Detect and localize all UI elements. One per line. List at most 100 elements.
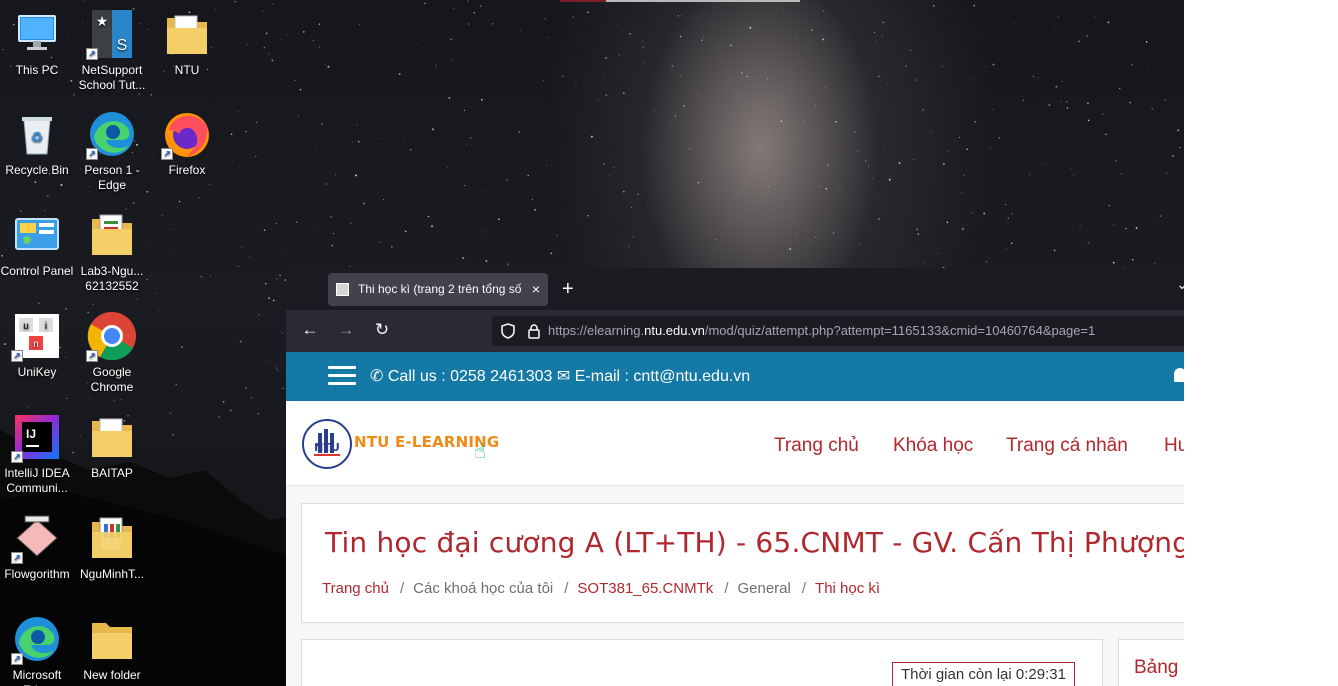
tab-active[interactable]: Thi học kì (trang 2 trên tổng số × bbox=[328, 273, 548, 306]
web-page: ✆ Call us : 0258 2461303 ✉ E-mail : cntt… bbox=[286, 352, 1184, 686]
desktop-icon-label: Microsoft Edge bbox=[12, 668, 62, 686]
control-panel-icon bbox=[11, 209, 63, 261]
shortcut-arrow-icon: ↗ bbox=[11, 653, 23, 665]
tab-bar: Thi học kì (trang 2 trên tổng số × + ⌄ bbox=[286, 268, 1184, 310]
lock-icon[interactable] bbox=[527, 323, 541, 339]
navigation-toolbar: ← → ↻ https://elearning.ntu.edu.vn/mod/q… bbox=[286, 310, 1184, 352]
desktop-icon-ntu[interactable]: NTU bbox=[150, 8, 224, 78]
desktop-icon-label: UniKey bbox=[17, 365, 57, 379]
nav-home[interactable]: Trang chủ bbox=[774, 435, 859, 457]
forward-arrow-icon[interactable]: → bbox=[335, 320, 357, 340]
desktop-icon-control-panel[interactable]: Control Panel bbox=[0, 209, 74, 279]
quiz-timer: Thời gian còn lại 0:29:31 bbox=[892, 662, 1075, 686]
pointing-hand-icon: ☝ bbox=[474, 441, 487, 463]
nav-more[interactable]: Hư bbox=[1164, 435, 1184, 457]
reload-icon[interactable]: ↻ bbox=[371, 320, 393, 340]
desktop-icon-person1-edge[interactable]: ↗ Person 1 - Edge bbox=[75, 108, 149, 193]
url-path: /mod/quiz/attempt.php?attempt=1165133&cm… bbox=[704, 323, 1096, 338]
back-arrow-icon[interactable]: ← bbox=[299, 320, 321, 340]
hamburger-menu-icon[interactable] bbox=[328, 366, 356, 386]
quiz-content-panel: Thời gian còn lại 0:29:31 bbox=[301, 639, 1103, 686]
nav-profile[interactable]: Trang cá nhân bbox=[1006, 435, 1128, 457]
url-bar[interactable]: https://elearning.ntu.edu.vn/mod/quiz/at… bbox=[492, 316, 1184, 346]
course-header-card: Tin học đại cương A (LT+TH) - 65.CNMT - … bbox=[301, 503, 1184, 623]
computer-icon bbox=[11, 8, 63, 60]
breadcrumb-separator: / bbox=[564, 580, 569, 597]
firefox-icon: ↗ bbox=[161, 108, 213, 160]
desktop-icon-flowgorithm[interactable]: ↗ Flowgorithm bbox=[0, 512, 74, 582]
firefox-window: Thi học kì (trang 2 trên tổng số × + ⌄ ←… bbox=[286, 268, 1184, 686]
intellij-icon: IJ ↗ bbox=[11, 411, 63, 463]
bell-icon[interactable] bbox=[1174, 368, 1184, 382]
svg-text:IJ: IJ bbox=[26, 427, 36, 441]
contact-bar: ✆ Call us : 0258 2461303 ✉ E-mail : cntt… bbox=[286, 352, 1184, 401]
desktop-icon-label: NguMinhT... bbox=[79, 567, 145, 581]
desktop-icon-unikey[interactable]: u in ↗ UniKey bbox=[0, 310, 74, 380]
breadcrumb-separator: / bbox=[724, 580, 729, 597]
shortcut-arrow-icon: ↗ bbox=[11, 350, 23, 362]
breadcrumb-my-courses[interactable]: Các khoá học của tôi bbox=[413, 580, 553, 597]
breadcrumb-separator: / bbox=[801, 580, 807, 597]
edge-icon: ↗ bbox=[86, 108, 138, 160]
folder-icon bbox=[161, 8, 213, 60]
desktop-icon-label: NetSupport School Tut... bbox=[78, 63, 146, 92]
desktop-icon-label: Recycle Bin bbox=[5, 163, 69, 177]
desktop-icon-microsoft-edge[interactable]: ↗ Microsoft Edge bbox=[0, 613, 74, 686]
desktop-icon-label: Firefox bbox=[168, 163, 206, 177]
envelope-icon: ✉ bbox=[556, 368, 571, 385]
ntu-logo[interactable]: NTU NTU E-LEARNING ☝ bbox=[302, 417, 502, 471]
desktop-icon-intellij[interactable]: IJ ↗ IntelliJ IDEA Communi... bbox=[0, 411, 74, 496]
desktop-icon-label: New folder bbox=[83, 668, 141, 682]
url-prefix: https://elearning. bbox=[548, 323, 645, 338]
chevron-down-icon[interactable]: ⌄ bbox=[1176, 276, 1184, 293]
svg-text:NTU: NTU bbox=[314, 441, 340, 454]
desktop-icon-label: Lab3-Ngu... 62132552 bbox=[80, 264, 144, 293]
nav-courses[interactable]: Khóa học bbox=[893, 435, 973, 457]
desktop-icon-this-pc[interactable]: This PC bbox=[0, 8, 74, 78]
breadcrumb: Trang chủ / Các khoá học của tôi / SOT381_65… bbox=[322, 580, 880, 597]
flowgorithm-icon: ↗ bbox=[11, 512, 63, 564]
shortcut-arrow-icon: ↗ bbox=[11, 552, 23, 564]
shortcut-arrow-icon: ↗ bbox=[86, 148, 98, 160]
desktop-icon-label: Control Panel bbox=[0, 264, 74, 278]
shield-icon[interactable] bbox=[500, 323, 516, 339]
quiz-navigation-panel: Bảng bbox=[1118, 639, 1184, 686]
desktop-icon-baitap[interactable]: BAITAP bbox=[75, 411, 149, 481]
desktop-icon-firefox[interactable]: ↗ Firefox bbox=[150, 108, 224, 178]
email-label: E-mail : cntt@ntu.edu.vn bbox=[574, 368, 751, 385]
phone-icon: ✆ bbox=[370, 368, 384, 385]
breadcrumb-course[interactable]: SOT381_65.CNMTk bbox=[577, 580, 713, 597]
desktop-icon-netsupport[interactable]: ★ S ↗ NetSupport School Tut... bbox=[75, 8, 149, 93]
desktop-icon-label: BAITAP bbox=[91, 466, 133, 480]
tab-close-icon[interactable]: × bbox=[532, 273, 540, 306]
ntu-seal-icon: NTU bbox=[302, 419, 352, 469]
svg-text:n: n bbox=[33, 339, 39, 350]
desktop-icon-new-folder[interactable]: New folder bbox=[75, 613, 149, 683]
shortcut-arrow-icon: ↗ bbox=[86, 48, 98, 60]
desktop-icon-label: IntelliJ IDEA Communi... bbox=[4, 466, 70, 495]
edge-icon: ↗ bbox=[11, 613, 63, 665]
url-host: ntu.edu.vn bbox=[644, 323, 705, 338]
desktop-icon-label: Google Chrome bbox=[90, 365, 134, 394]
folder-doc-icon bbox=[86, 512, 138, 564]
page-favicon-icon bbox=[336, 283, 349, 296]
desktop-icon-ngu-minh[interactable]: NguMinhT... bbox=[75, 512, 149, 582]
desktop-icon-lab3[interactable]: Lab3-Ngu... 62132552 bbox=[75, 209, 149, 294]
breadcrumb-separator: / bbox=[399, 580, 405, 597]
svg-text:★: ★ bbox=[96, 13, 109, 29]
recycle-bin-icon: ♻ bbox=[11, 108, 63, 160]
breadcrumb-section[interactable]: General bbox=[737, 580, 790, 597]
call-label: Call us : 0258 2461303 bbox=[387, 368, 553, 385]
contact-info: ✆ Call us : 0258 2461303 ✉ E-mail : cntt… bbox=[370, 352, 750, 401]
site-header: NTU NTU E-LEARNING ☝ Trang chủ Khóa học … bbox=[286, 401, 1184, 486]
desktop-icon-google-chrome[interactable]: ↗ Google Chrome bbox=[75, 310, 149, 395]
desktop-icon-label: Person 1 - Edge bbox=[84, 163, 140, 192]
breadcrumb-home[interactable]: Trang chủ bbox=[322, 580, 389, 597]
svg-text:u: u bbox=[23, 321, 29, 332]
unikey-icon: u in ↗ bbox=[11, 310, 63, 362]
breadcrumb-quiz[interactable]: Thi học kì bbox=[815, 580, 880, 597]
desktop-icon-recycle-bin[interactable]: ♻ Recycle Bin bbox=[0, 108, 74, 178]
shortcut-arrow-icon: ↗ bbox=[161, 148, 173, 160]
new-tab-button[interactable]: + bbox=[562, 276, 574, 302]
folder-doc-icon bbox=[86, 209, 138, 261]
